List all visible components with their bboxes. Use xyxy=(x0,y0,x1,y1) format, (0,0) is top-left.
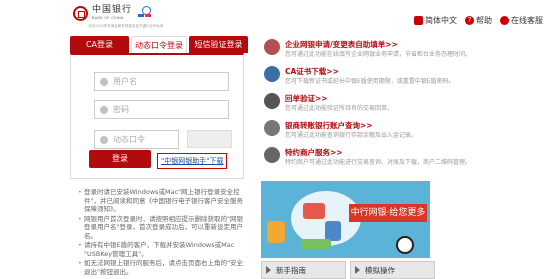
sponsor-slogan: 北京2022年冬奥会和冬残奥会官方银行合作伙伴 xyxy=(88,24,164,28)
beginner-guide-button[interactable]: 新手指南 xyxy=(261,261,346,279)
service-desc: 您可下载新证书或延长中银E盾使用期限，或重置中银E盾密码。 xyxy=(285,78,455,85)
header-links: 简体中文 ? 帮助 在线客服 xyxy=(414,15,543,26)
username-placeholder: 用户名 xyxy=(113,77,137,86)
play-icon xyxy=(266,266,271,274)
login-tips: 登录时请已安装Windows或Mac"网上银行登录安全控件"，并已阅读和同意《中… xyxy=(78,188,246,277)
promo-slogan: 中行网银·给您更多 xyxy=(349,204,427,222)
tab-ca-login[interactable]: CA登录 xyxy=(70,36,129,53)
lock-icon xyxy=(100,105,108,114)
help-link[interactable]: ? 帮助 xyxy=(465,15,492,26)
shield-icon xyxy=(100,135,108,144)
login-form: 用户名 密码 动态口令 登录 "中银网银助手"下载 xyxy=(70,53,244,179)
tip-item: 网银用户首次登录时，请按照相应提示删除获取的"网银登录用户名"登录，首次登录成功… xyxy=(78,215,246,241)
online-service-label: 在线客服 xyxy=(511,16,543,25)
service-item-bank-securities[interactable]: 银商转账银行账户查询>> 您可通过此功能查询银行存款余额及出入金记录。 xyxy=(258,117,548,144)
help-icon: ? xyxy=(465,16,474,25)
simulation-button[interactable]: 模拟操作 xyxy=(350,261,435,279)
captcha-image[interactable] xyxy=(187,130,232,148)
promo-graphic xyxy=(301,239,331,249)
chat-icon xyxy=(500,16,509,25)
password-placeholder: 密码 xyxy=(113,105,129,114)
password-field[interactable]: 密码 xyxy=(94,100,229,119)
receipt-icon xyxy=(264,93,280,109)
service-list: 企业网银申请/变更表自助填单>> 您可通过此功能在线填写企业网银业务申请，节省柜… xyxy=(258,36,548,171)
form-icon xyxy=(264,39,280,55)
login-tabs: CA登录 动态口令登录 短信验证登录 xyxy=(70,36,250,53)
online-service-link[interactable]: 在线客服 xyxy=(500,15,543,26)
promo-banner[interactable]: 中行网银·给您更多 xyxy=(261,181,430,258)
tip-item: 如无法网银上银行的服务后，请点击页面右上角的"安全退出"按钮退出。 xyxy=(78,259,246,276)
token-field[interactable]: 动态口令 xyxy=(94,130,179,149)
olympic-emblem-icon xyxy=(138,6,156,24)
promo-graphic xyxy=(325,221,341,241)
tip-item: 登录时请已安装Windows或Mac"网上银行登录安全控件"，并已阅读和同意《中… xyxy=(78,188,246,214)
token-placeholder: 动态口令 xyxy=(113,135,145,144)
header: 中国银行 BANK OF CHINA 北京2022年冬奥会和冬残奥会官方银行合作… xyxy=(0,0,553,34)
service-desc: 您可通过此功能验证所持有的交易回单。 xyxy=(285,105,394,112)
logo-chinese-name: 中国银行 xyxy=(92,5,133,15)
certificate-icon xyxy=(264,66,280,82)
simulation-label: 模拟操作 xyxy=(365,265,395,275)
beginner-guide-label: 新手指南 xyxy=(276,265,306,275)
guide-bar: 新手指南 模拟操作 xyxy=(261,261,435,279)
service-desc: 您可通过此功能在线填写企业网银业务申请，节省柜台业务办理时间。 xyxy=(285,51,472,58)
user-icon xyxy=(100,77,108,86)
tab-token-login[interactable]: 动态口令登录 xyxy=(131,36,187,53)
boc-logo-icon xyxy=(73,6,88,21)
service-item-receipt-verify[interactable]: 回单验证>> 您可通过此功能验证所持有的交易回单。 xyxy=(258,90,548,117)
login-button[interactable]: 登录 xyxy=(89,150,151,168)
username-field[interactable]: 用户名 xyxy=(94,72,229,91)
assistant-download-link[interactable]: "中银网银助手"下载 xyxy=(157,153,228,169)
transfer-icon xyxy=(264,120,280,136)
play-icon xyxy=(355,266,360,274)
service-desc: 您可通过此功能查询银行存款余额及出入金记录。 xyxy=(285,132,418,139)
logo-english-name: BANK OF CHINA xyxy=(92,16,124,20)
language-icon xyxy=(414,16,423,25)
tip-item: 请持有中银E盾的客户，下载并安装Windows或Mac "USBKey管理工具"… xyxy=(78,241,246,258)
language-link[interactable]: 简体中文 xyxy=(414,15,457,26)
service-item-merchant[interactable]: 特约商户服务>> 特约商户可通过此功能进行交易查询、对账及下载，商户二维码管理。 xyxy=(258,144,548,171)
bank-logo[interactable]: 中国银行 BANK OF CHINA xyxy=(73,6,156,24)
promo-graphic xyxy=(267,221,285,243)
merchant-icon xyxy=(264,147,280,163)
promo-graphic xyxy=(303,203,325,219)
panda-mascot-icon xyxy=(396,236,414,254)
tab-sms-login[interactable]: 短信验证登录 xyxy=(189,36,248,53)
language-label: 简体中文 xyxy=(425,16,457,25)
service-item-ca-download[interactable]: CA证书下载>> 您可下载新证书或延长中银E盾使用期限，或重置中银E盾密码。 xyxy=(258,63,548,90)
help-label: 帮助 xyxy=(476,16,492,25)
service-item-corporate-form[interactable]: 企业网银申请/变更表自助填单>> 您可通过此功能在线填写企业网银业务申请，节省柜… xyxy=(258,36,548,63)
service-desc: 特约商户可通过此功能进行交易查询、对账及下载，商户二维码管理。 xyxy=(285,159,472,166)
